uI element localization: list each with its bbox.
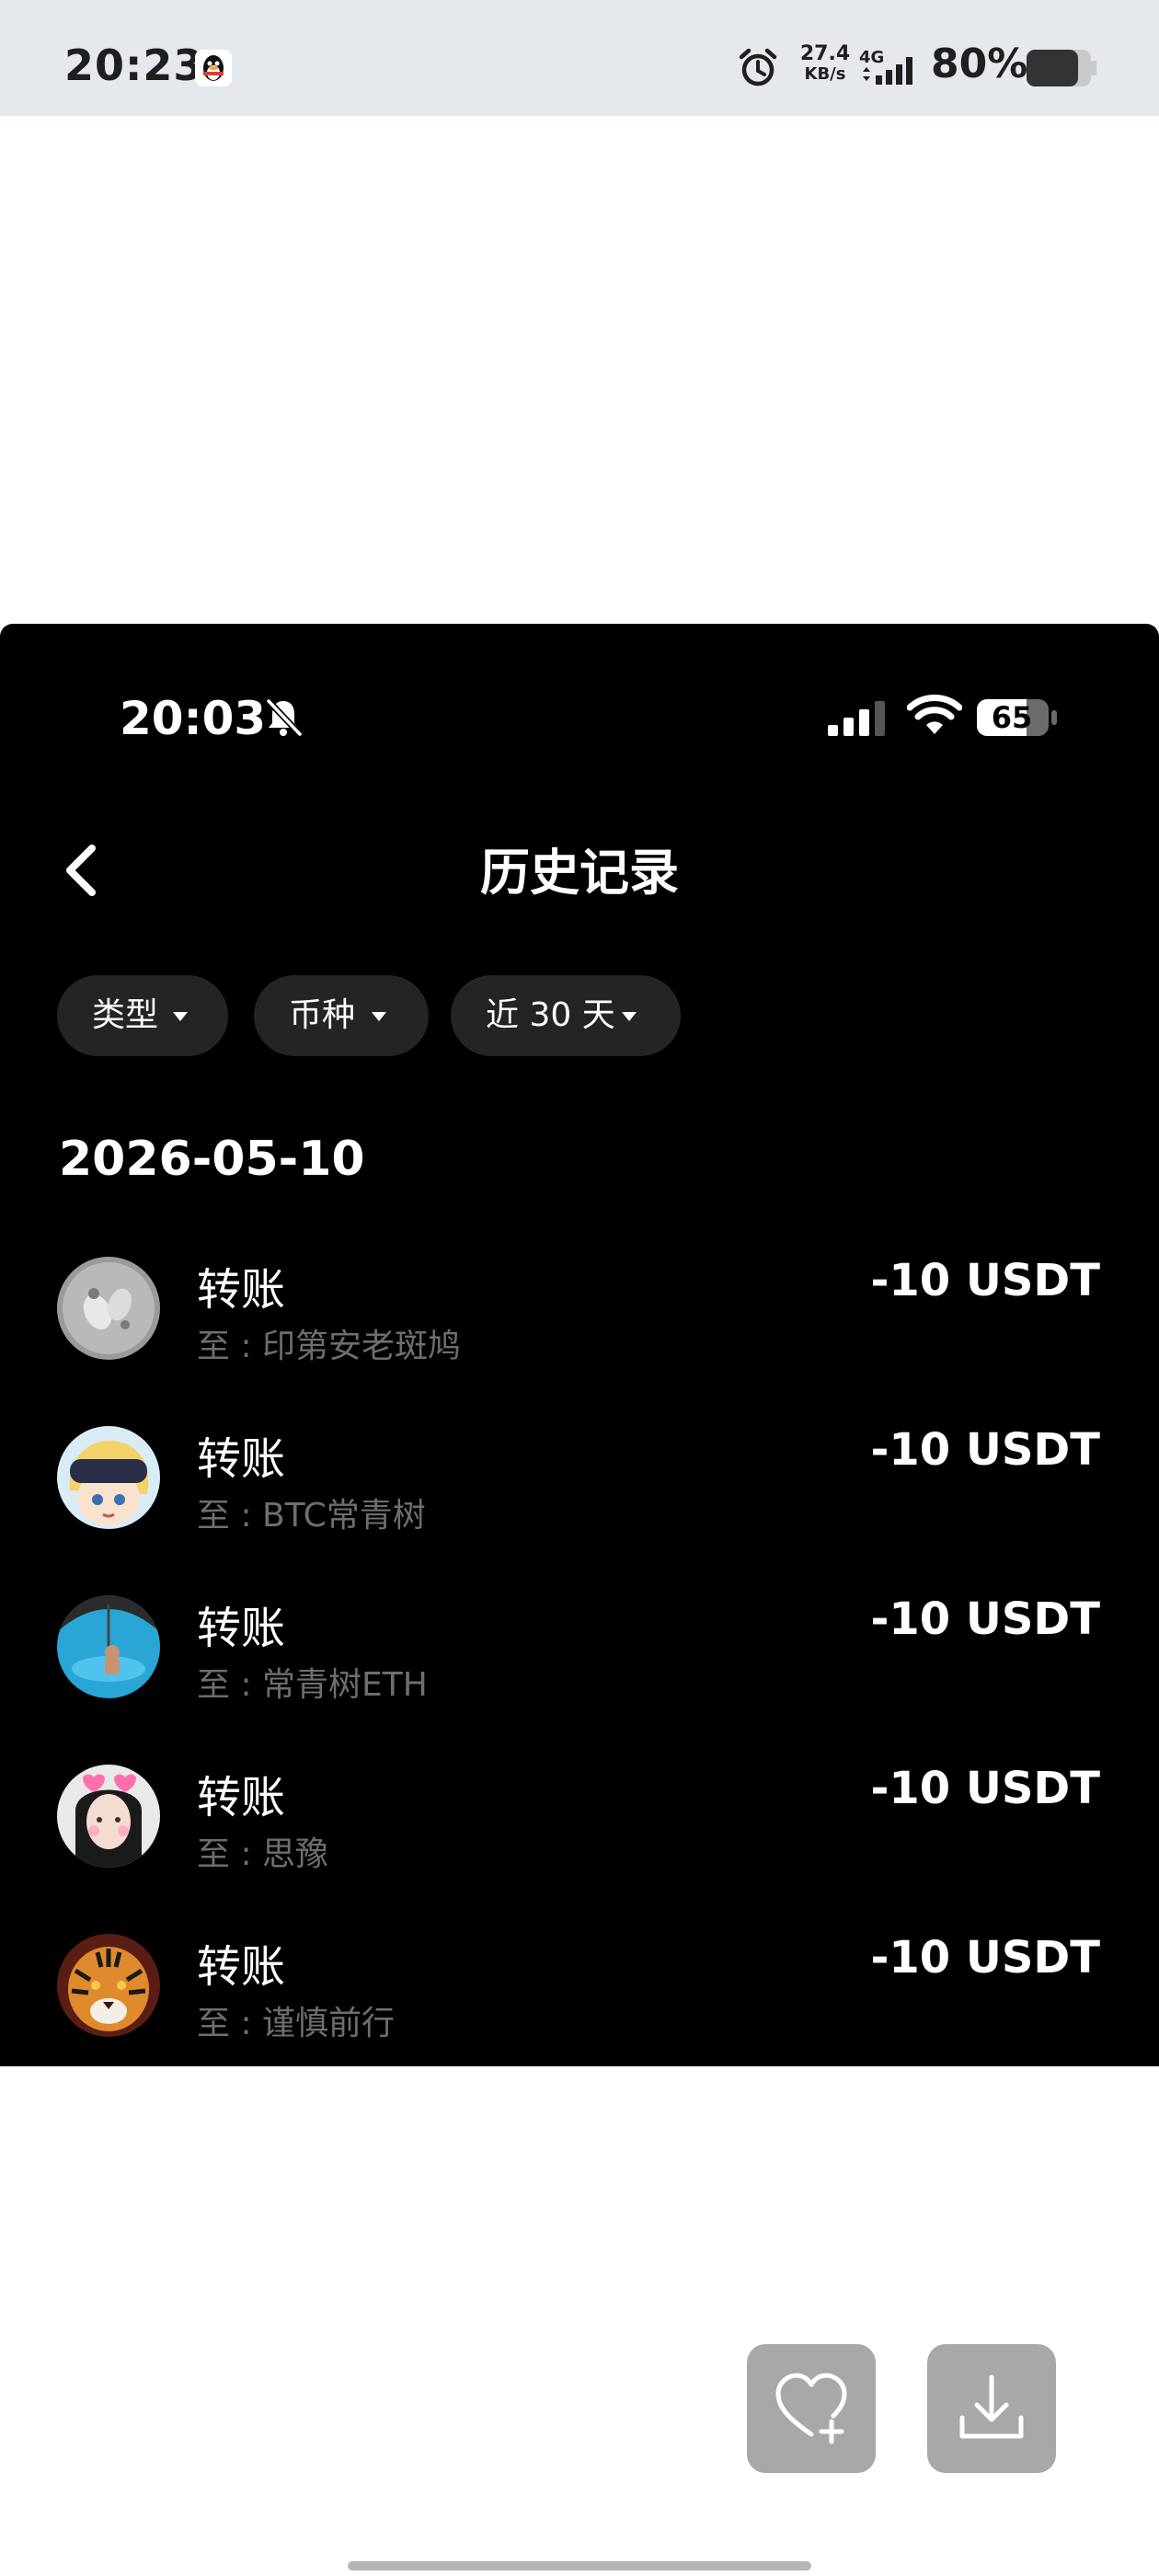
pool-umbrella-avatar [57, 1595, 160, 1698]
transaction-amount: -10 USDT [870, 1593, 1100, 1645]
transaction-amount: -10 USDT [870, 1424, 1100, 1476]
transaction-recipient: 至 : BTC常青树 [197, 1497, 426, 1535]
transaction-type: 转账 [197, 1941, 286, 1993]
anime-vr-avatar [57, 1426, 160, 1529]
alarm-icon [739, 48, 777, 86]
system-status-bar: 20:23 27.4 KB/s 4G 80% [0, 0, 1159, 116]
battery-percentage: 80% [931, 40, 1028, 87]
network-type-label: 4G [859, 48, 884, 67]
transaction-row[interactable]: 转账 至 : 常青树ETH -10 USDT [0, 1593, 1159, 1765]
favorite-button[interactable] [747, 2344, 876, 2473]
transaction-recipient: 至 : 常青树ETH [197, 1666, 428, 1704]
heart-plus-icon [775, 2373, 847, 2444]
transaction-row[interactable]: 转账 至 : 思豫 -10 USDT [0, 1763, 1159, 1934]
qq-notification-icon [195, 50, 232, 86]
network-speed-unit: KB/s [804, 64, 846, 84]
grey-doodle-avatar [57, 1257, 160, 1360]
tiger-avatar [57, 1934, 160, 2037]
page-title: 历史记录 [480, 844, 679, 902]
girl-hearts-avatar [57, 1765, 160, 1868]
caret-down-icon [173, 1012, 188, 1021]
network-speed-value: 27.4 [799, 42, 851, 65]
screenshot-battery-level: 65 [991, 700, 1033, 735]
filter-currency-label: 币种 [289, 996, 356, 1034]
filter-period-chip[interactable]: 近 30 天 [451, 975, 681, 1056]
system-time: 20:23 [64, 40, 204, 90]
date-header: 2026-05-10 [59, 1132, 365, 1187]
download-icon [959, 2375, 1024, 2439]
transaction-row[interactable]: 转账 至 : 印第安老斑鸠 -10 USDT [0, 1255, 1159, 1426]
mute-bell-icon [266, 698, 303, 737]
transaction-amount: -10 USDT [870, 1255, 1100, 1306]
network-speed: 27.4 KB/s [797, 44, 854, 85]
transaction-amount: -10 USDT [870, 1932, 1100, 1984]
transaction-type: 转账 [197, 1603, 286, 1654]
filter-currency-chip[interactable]: 币种 [254, 975, 429, 1056]
caret-down-icon [372, 1012, 386, 1021]
transaction-type: 转账 [197, 1433, 286, 1485]
cell-signal-icon [828, 701, 885, 736]
transaction-type: 转账 [197, 1264, 286, 1316]
screenshot-time: 20:03 [120, 692, 267, 745]
wifi-icon [907, 695, 962, 734]
transaction-row[interactable]: 转账 至 : 谨慎前行 -10 USDT [0, 1932, 1159, 2066]
home-indicator[interactable] [348, 2561, 811, 2570]
cellular-signal-icon: 4G [859, 48, 912, 85]
transaction-amount: -10 USDT [870, 1763, 1100, 1814]
filter-type-label: 类型 [92, 996, 159, 1034]
transaction-recipient: 至 : 思豫 [197, 1835, 329, 1873]
transaction-recipient: 至 : 印第安老斑鸠 [197, 1328, 462, 1365]
caret-down-icon [622, 1012, 637, 1021]
transaction-row[interactable]: 转账 至 : BTC常青树 -10 USDT [0, 1424, 1159, 1595]
transaction-recipient: 至 : 谨慎前行 [197, 2005, 396, 2042]
download-button[interactable] [927, 2344, 1056, 2473]
history-screenshot: 20:03 65 历史记录 类型 币种 近 30 天 2026-05-10 转账… [0, 624, 1159, 2066]
transaction-type: 转账 [197, 1772, 286, 1823]
filter-period-label: 近 30 天 [486, 996, 615, 1034]
battery-icon [1027, 50, 1096, 86]
filter-type-chip[interactable]: 类型 [57, 975, 228, 1056]
